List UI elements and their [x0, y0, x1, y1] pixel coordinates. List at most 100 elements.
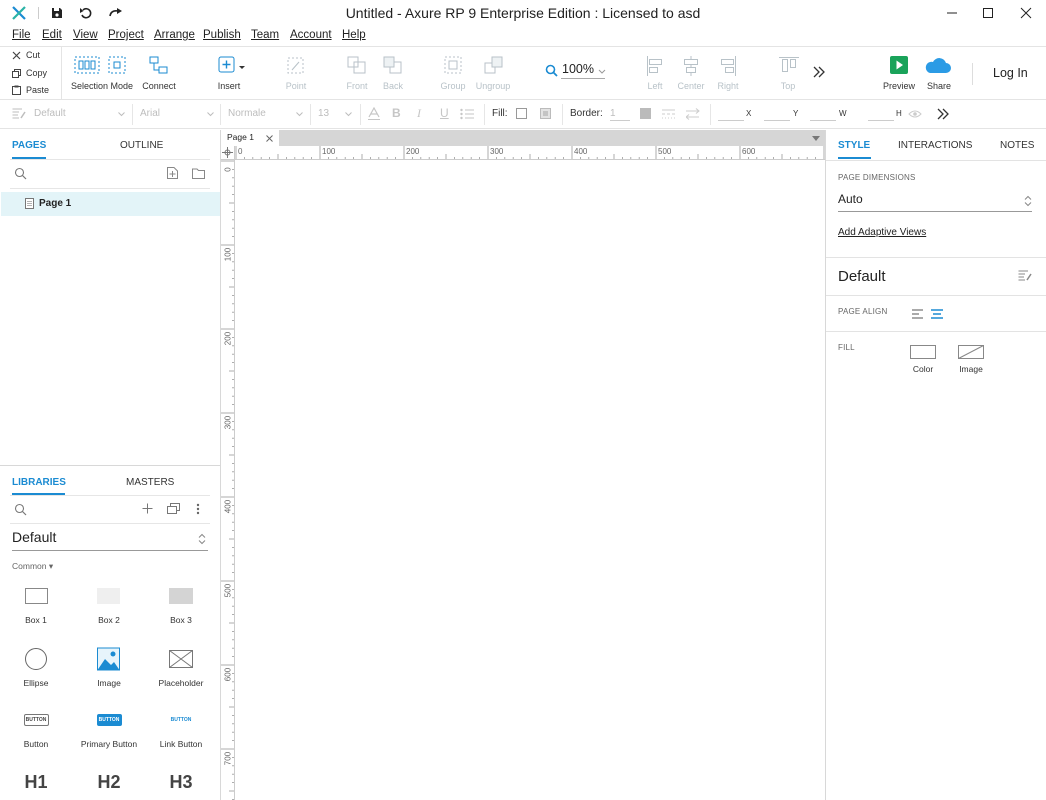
library-options-icon[interactable] — [196, 503, 200, 515]
widget-box-3[interactable]: Box 3 — [146, 586, 216, 625]
widget-h1[interactable]: H1 — [1, 772, 71, 793]
widget-h2[interactable]: H2 — [74, 772, 144, 793]
menu-file[interactable]: File — [12, 29, 31, 41]
align-page-left-icon[interactable] — [912, 309, 924, 319]
group-button[interactable]: Group — [438, 47, 468, 100]
widget-h3[interactable]: H3 — [146, 772, 216, 793]
widget-box-2[interactable]: Box 2 — [74, 586, 144, 625]
menu-project[interactable]: Project — [108, 29, 144, 41]
tab-notes[interactable]: NOTES — [1000, 140, 1034, 151]
zoom-control[interactable]: 100% — [545, 61, 607, 79]
tab-masters[interactable]: MASTERS — [126, 477, 174, 488]
insert-button[interactable]: Insert — [212, 47, 252, 100]
maximize-button[interactable] — [970, 0, 1006, 26]
ruler-v-label: 300 — [223, 415, 233, 430]
design-canvas[interactable] — [235, 160, 825, 800]
menu-account[interactable]: Account — [290, 29, 332, 41]
libraries-search-icon[interactable] — [14, 503, 27, 516]
widget-primary-button[interactable]: BUTTON Primary Button — [74, 714, 144, 749]
bullet-list-icon[interactable] — [460, 108, 475, 120]
menu-arrange[interactable]: Arrange — [154, 29, 195, 41]
minimize-button[interactable] — [934, 0, 970, 26]
connect-button[interactable]: Connect — [140, 47, 178, 100]
share-button[interactable]: Share — [922, 47, 956, 100]
align-center-button[interactable]: Center — [677, 47, 705, 100]
ruler-corner[interactable] — [221, 146, 235, 160]
pages-search-icon[interactable] — [14, 167, 27, 180]
library-window-icon[interactable] — [167, 503, 180, 514]
menu-publish[interactable]: Publish — [203, 29, 241, 41]
library-select[interactable]: Default — [12, 529, 208, 551]
w-label: W — [839, 109, 847, 118]
page-list-item[interactable]: Page 1 — [1, 192, 220, 216]
widget-link-button[interactable]: BUTTON Link Button — [146, 714, 216, 749]
y-input[interactable] — [764, 107, 790, 121]
style-editor-icon[interactable] — [12, 108, 26, 120]
fill-color-button[interactable]: Color — [908, 344, 938, 374]
more-toolbar-chevron-icon[interactable] — [812, 66, 826, 78]
preview-button[interactable]: Preview — [880, 47, 918, 100]
close-button[interactable] — [1008, 0, 1044, 26]
font-size-select[interactable]: 13 — [318, 107, 354, 122]
arrow-style-icon[interactable] — [686, 108, 700, 120]
tab-menu-chevron-icon[interactable] — [812, 136, 820, 141]
copy-button[interactable]: Copy — [12, 68, 47, 78]
fill-image-button[interactable]: Image — [956, 344, 986, 374]
widget-box-1[interactable]: Box 1 — [1, 586, 71, 625]
widget-ellipse[interactable]: Ellipse — [1, 647, 71, 688]
menu-edit[interactable]: Edit — [42, 29, 62, 41]
height-input[interactable] — [868, 107, 894, 121]
more-format-chevron-icon[interactable] — [936, 108, 950, 120]
widget-image[interactable]: Image — [74, 647, 144, 688]
underline-icon[interactable]: U — [440, 106, 449, 120]
line-pattern-icon[interactable] — [662, 108, 675, 120]
add-folder-icon[interactable] — [192, 168, 205, 179]
vertical-ruler[interactable]: 0 100 200 300 400 500 600 700 — [221, 160, 235, 800]
menu-help[interactable]: Help — [342, 29, 366, 41]
add-page-icon[interactable] — [167, 167, 178, 179]
cut-button[interactable]: Cut — [12, 50, 40, 60]
tab-pages[interactable]: PAGES — [12, 140, 46, 151]
login-button[interactable]: Log In — [993, 66, 1028, 80]
font-color-icon[interactable] — [368, 107, 380, 120]
paste-button[interactable]: Paste — [12, 85, 49, 95]
italic-icon[interactable]: I — [417, 106, 421, 121]
bold-icon[interactable]: B — [392, 106, 401, 120]
menu-team[interactable]: Team — [251, 29, 279, 41]
add-adaptive-views-link[interactable]: Add Adaptive Views — [838, 227, 926, 238]
ungroup-button[interactable]: Ungroup — [474, 47, 512, 100]
font-family-select[interactable]: Arial — [140, 107, 214, 122]
width-input[interactable] — [810, 107, 836, 121]
tab-style[interactable]: STYLE — [838, 140, 870, 151]
tab-interactions[interactable]: INTERACTIONS — [898, 140, 972, 151]
selection-mode-button[interactable]: Selection Mode — [70, 47, 134, 100]
align-page-center-icon[interactable] — [931, 309, 943, 319]
canvas-tab-page-1[interactable]: Page 1 — [221, 130, 279, 146]
shadow-icon[interactable] — [540, 108, 552, 120]
style-select[interactable]: Default — [34, 107, 126, 122]
fill-color-swatch[interactable] — [516, 108, 528, 120]
tab-libraries[interactable]: LIBRARIES — [12, 477, 66, 488]
page-dimensions-select[interactable]: Auto — [838, 192, 1032, 212]
align-right-button[interactable]: Right — [714, 47, 742, 100]
widget-label: Box 1 — [25, 615, 47, 625]
menu-view[interactable]: View — [73, 29, 98, 41]
back-button[interactable]: Back — [378, 47, 408, 100]
align-top-button[interactable]: Top — [775, 47, 801, 100]
widget-button[interactable]: BUTTON Button — [1, 714, 71, 749]
visibility-eye-icon[interactable] — [908, 109, 922, 119]
border-width-input[interactable]: 1 — [610, 107, 630, 121]
x-input[interactable] — [718, 107, 744, 121]
library-section-common[interactable]: Common ▾ — [12, 561, 53, 572]
style-manager-icon[interactable] — [1018, 270, 1032, 282]
close-tab-icon[interactable] — [266, 135, 273, 142]
front-button[interactable]: Front — [342, 47, 372, 100]
horizontal-ruler[interactable]: 0 100 200 300 400 500 600 — [235, 146, 825, 160]
align-left-button[interactable]: Left — [642, 47, 668, 100]
font-weight-select[interactable]: Normale — [228, 107, 304, 122]
point-button[interactable]: Point — [280, 47, 312, 100]
add-library-icon[interactable] — [142, 503, 153, 514]
widget-placeholder[interactable]: Placeholder — [146, 647, 216, 688]
tab-outline[interactable]: OUTLINE — [120, 140, 163, 151]
border-color-icon[interactable] — [640, 108, 652, 120]
